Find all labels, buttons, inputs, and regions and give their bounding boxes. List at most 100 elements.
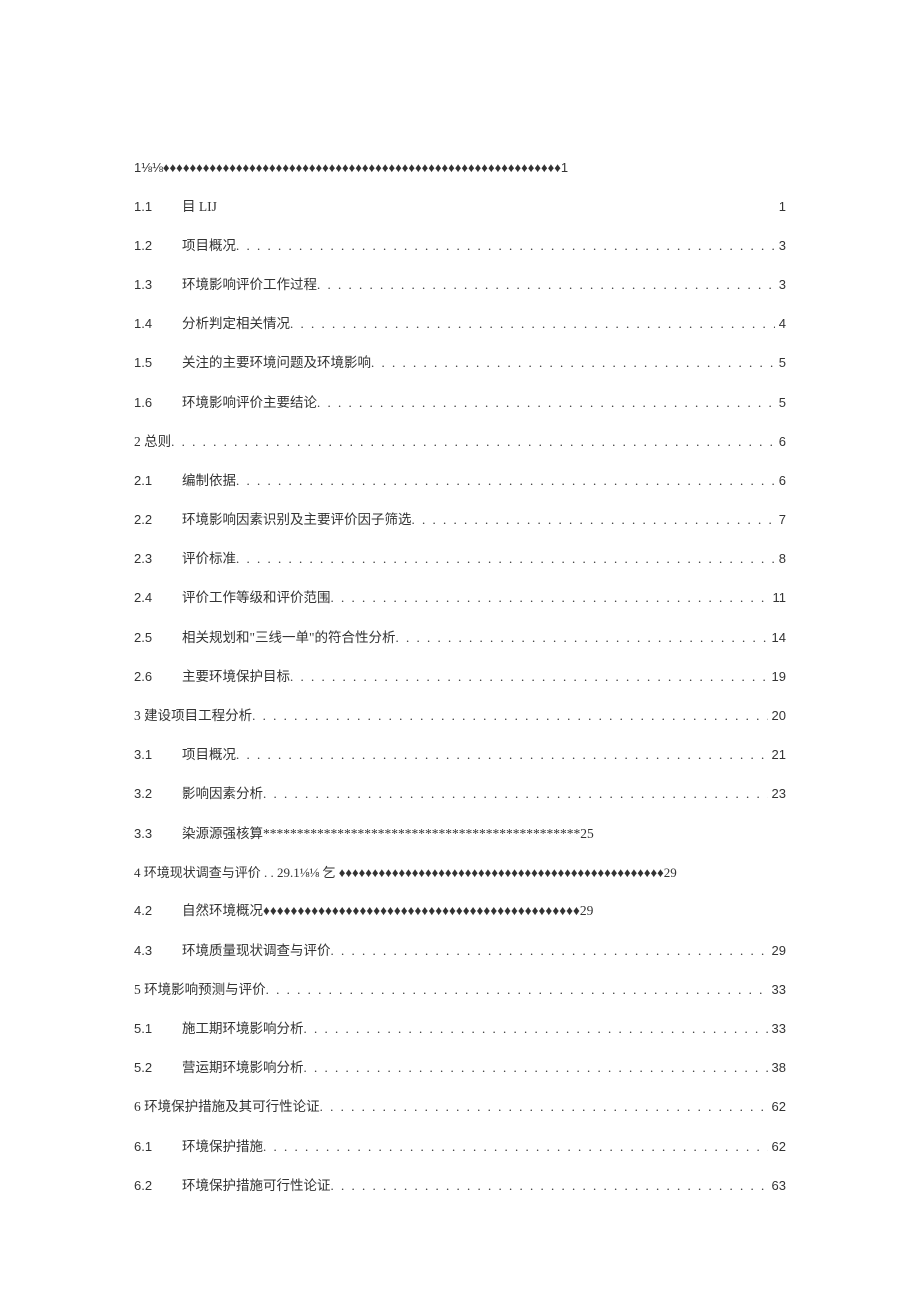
toc-entry: 1.1目 LIJ1 <box>134 199 786 215</box>
toc-section: 6 环境保护措施及其可行性论证 . . . . . . . . . . . . … <box>134 1099 786 1115</box>
toc-leader: . . . . . . . . . . . . . . . . . . . . … <box>290 669 768 685</box>
toc-entry: 2.2环境影响因素识别及主要评价因子筛选. . . . . . . . . . … <box>134 512 786 528</box>
toc-leader: . . . . . . . . . . . . . . . . . . . . … <box>263 1139 768 1155</box>
toc-entry-number: 2.5 <box>134 630 182 646</box>
toc-entry-title: 关注的主要环境问题及环境影响 <box>182 355 371 371</box>
toc-entry: 4.3环境质量现状调查与评价. . . . . . . . . . . . . … <box>134 943 786 959</box>
toc-page-number: 14 <box>768 630 786 646</box>
toc-leader: . . . . . . . . . . . . . . . . . . . . … <box>266 982 768 998</box>
toc-entry-number: 3.3 <box>134 826 182 842</box>
toc-page-number: 5 <box>775 355 786 371</box>
toc-entry-number: 3.2 <box>134 786 182 802</box>
toc-leader: . . . . . . . . . . . . . . . . . . . . … <box>331 1178 768 1194</box>
toc-entry: 5.2营运期环境影响分析. . . . . . . . . . . . . . … <box>134 1060 786 1076</box>
toc-page-number: 33 <box>768 982 786 998</box>
toc-page-number: 21 <box>768 747 786 763</box>
toc-page-number: 23 <box>768 786 786 802</box>
toc-section-raw: 4 环境现状调查与评价 . . 29.1⅛⅛ 乞 ♦♦♦♦♦♦♦♦♦♦♦♦♦♦♦… <box>134 865 786 881</box>
toc-page-number: 3 <box>775 277 786 293</box>
toc-leader: . . . . . . . . . . . . . . . . . . . . … <box>290 316 775 332</box>
toc-entry-raw: 4.2自然环境概况♦♦♦♦♦♦♦♦♦♦♦♦♦♦♦♦♦♦♦♦♦♦♦♦♦♦♦♦♦♦♦… <box>134 903 786 919</box>
toc-entry-number: 1.1 <box>134 199 182 215</box>
toc-entry-number: 2.2 <box>134 512 182 528</box>
toc-entry-number: 2.4 <box>134 590 182 606</box>
toc-entry-raw-title: 自然环境概况♦♦♦♦♦♦♦♦♦♦♦♦♦♦♦♦♦♦♦♦♦♦♦♦♦♦♦♦♦♦♦♦♦♦… <box>182 903 593 919</box>
toc-leader: . . . . . . . . . . . . . . . . . . . . … <box>412 512 775 528</box>
toc-entry: 1.5关注的主要环境问题及环境影响. . . . . . . . . . . .… <box>134 355 786 371</box>
toc-page-number: 6 <box>775 473 786 489</box>
toc-section: 5 环境影响预测与评价 . . . . . . . . . . . . . . … <box>134 982 786 998</box>
toc-leader: . . . . . . . . . . . . . . . . . . . . … <box>304 1021 768 1037</box>
toc-entry: 2.1编制依据. . . . . . . . . . . . . . . . .… <box>134 473 786 489</box>
toc-entry: 3.2影响因素分析. . . . . . . . . . . . . . . .… <box>134 786 786 802</box>
toc-entry-title: 目 LIJ <box>182 199 217 215</box>
toc-entry-title: 环境影响评价工作过程 <box>182 277 317 293</box>
toc-entry-title: 环境质量现状调查与评价 <box>182 943 331 959</box>
toc-entry-title: 项目概况 <box>182 747 236 763</box>
toc-page-number: 6 <box>775 434 786 450</box>
toc-entry-number: 1.6 <box>134 395 182 411</box>
toc-leader: . . . . . . . . . . . . . . . . . . . . … <box>317 277 775 293</box>
toc-page-number: 4 <box>775 316 786 332</box>
toc-entry: 2.4评价工作等级和评价范围. . . . . . . . . . . . . … <box>134 590 786 606</box>
toc-section-title: 3 建设项目工程分析 <box>134 708 252 724</box>
toc-entry: 2.6主要环境保护目标. . . . . . . . . . . . . . .… <box>134 669 786 685</box>
toc-entry-title: 相关规划和"三线一单"的符合性分析 <box>182 630 396 646</box>
toc-page-number: 29 <box>768 943 786 959</box>
toc-leader: . . . . . . . . . . . . . . . . . . . . … <box>252 708 767 724</box>
toc-section: 3 建设项目工程分析 . . . . . . . . . . . . . . .… <box>134 708 786 724</box>
toc-entry-number: 4.3 <box>134 943 182 959</box>
toc-entry-title: 环境影响评价主要结论 <box>182 395 317 411</box>
toc-page-number: 62 <box>768 1099 786 1115</box>
toc-leader: . . . . . . . . . . . . . . . . . . . . … <box>236 238 775 254</box>
toc-entry-number: 2.6 <box>134 669 182 685</box>
toc-entry-title: 评价工作等级和评价范围 <box>182 590 331 606</box>
toc-leader: . . . . . . . . . . . . . . . . . . . . … <box>320 1099 768 1115</box>
toc-page-number: 5 <box>775 395 786 411</box>
toc-entry-title: 主要环境保护目标 <box>182 669 290 685</box>
toc-section-title: 6 环境保护措施及其可行性论证 <box>134 1099 320 1115</box>
toc-entry-number: 2.3 <box>134 551 182 567</box>
toc-raw-text: 4 环境现状调查与评价 . . 29.1⅛⅛ 乞 ♦♦♦♦♦♦♦♦♦♦♦♦♦♦♦… <box>134 865 677 880</box>
toc-section-title: 2 总则 <box>134 434 171 450</box>
toc-section: 2 总则 . . . . . . . . . . . . . . . . . .… <box>134 434 786 450</box>
toc-page-number: 3 <box>775 238 786 254</box>
toc-entry-raw: 3.3染源源强核算*******************************… <box>134 826 786 842</box>
toc-entry-title: 施工期环境影响分析 <box>182 1021 304 1037</box>
toc-entry-title: 影响因素分析 <box>182 786 263 802</box>
toc-leader: . . . . . . . . . . . . . . . . . . . . … <box>331 590 769 606</box>
toc-section-title: 5 环境影响预测与评价 <box>134 982 266 998</box>
toc-entry-title: 营运期环境影响分析 <box>182 1060 304 1076</box>
toc-entry: 6.1环境保护措施. . . . . . . . . . . . . . . .… <box>134 1139 786 1155</box>
toc-entry-number: 6.1 <box>134 1139 182 1155</box>
toc-page-number: 63 <box>768 1178 786 1194</box>
table-of-contents: 1⅛⅛♦♦♦♦♦♦♦♦♦♦♦♦♦♦♦♦♦♦♦♦♦♦♦♦♦♦♦♦♦♦♦♦♦♦♦♦♦… <box>134 160 786 1194</box>
toc-page-number: 33 <box>768 1021 786 1037</box>
toc-entry-raw-title: 染源源强核算**********************************… <box>182 826 594 842</box>
toc-page-number: 8 <box>775 551 786 567</box>
toc-entry-number: 1.2 <box>134 238 182 254</box>
toc-entry: 2.3评价标准. . . . . . . . . . . . . . . . .… <box>134 551 786 567</box>
toc-page-number: 38 <box>768 1060 786 1076</box>
toc-leader: . . . . . . . . . . . . . . . . . . . . … <box>304 1060 768 1076</box>
toc-entry: 2.5相关规划和"三线一单"的符合性分析. . . . . . . . . . … <box>134 630 786 646</box>
toc-entry-number: 6.2 <box>134 1178 182 1194</box>
toc-page-number: 11 <box>769 590 787 606</box>
toc-entry: 6.2环境保护措施可行性论证. . . . . . . . . . . . . … <box>134 1178 786 1194</box>
toc-top-line: 1⅛⅛♦♦♦♦♦♦♦♦♦♦♦♦♦♦♦♦♦♦♦♦♦♦♦♦♦♦♦♦♦♦♦♦♦♦♦♦♦… <box>134 160 786 176</box>
toc-entry-title: 评价标准 <box>182 551 236 567</box>
toc-entry-title: 项目概况 <box>182 238 236 254</box>
toc-leader: . . . . . . . . . . . . . . . . . . . . … <box>263 786 768 802</box>
toc-entry-number: 2.1 <box>134 473 182 489</box>
toc-leader: . . . . . . . . . . . . . . . . . . . . … <box>236 747 768 763</box>
toc-entry-number: 1.5 <box>134 355 182 371</box>
toc-leader: . . . . . . . . . . . . . . . . . . . . … <box>331 943 768 959</box>
toc-page-number: 62 <box>768 1139 786 1155</box>
toc-entry-number: 4.2 <box>134 903 182 919</box>
toc-leader: . . . . . . . . . . . . . . . . . . . . … <box>171 434 775 450</box>
toc-entry-number: 1.3 <box>134 277 182 293</box>
toc-entry-number: 1.4 <box>134 316 182 332</box>
toc-entry: 1.3环境影响评价工作过程. . . . . . . . . . . . . .… <box>134 277 786 293</box>
toc-entry-number: 5.2 <box>134 1060 182 1076</box>
toc-leader: . . . . . . . . . . . . . . . . . . . . … <box>317 395 775 411</box>
